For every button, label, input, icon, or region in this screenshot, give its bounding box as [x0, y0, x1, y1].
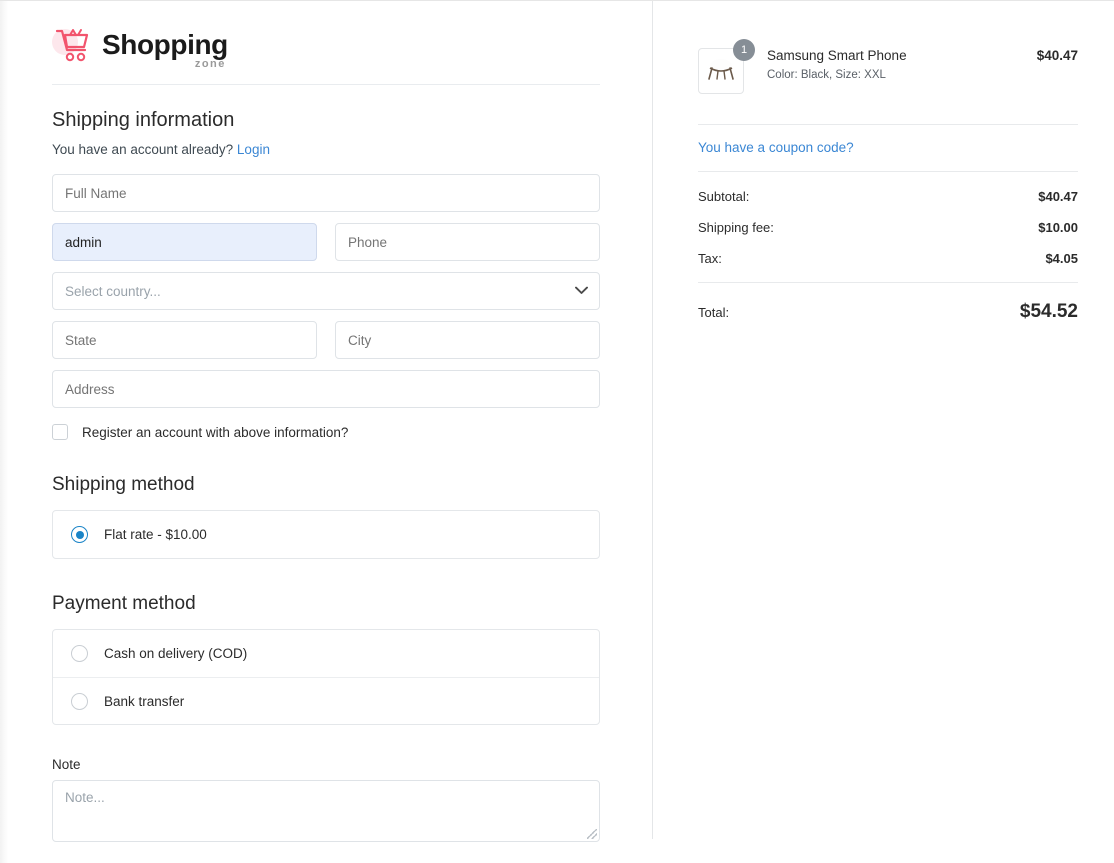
shopping-cart-icon: [52, 25, 94, 65]
total-row-subtotal: Subtotal: $40.47: [698, 189, 1078, 204]
full-name-input[interactable]: [52, 174, 600, 212]
product-thumbnail-wrapper[interactable]: 1: [698, 39, 755, 94]
note-placeholder: Note...: [65, 790, 105, 805]
order-totals: Subtotal: $40.47 Shipping fee: $10.00 Ta…: [698, 172, 1078, 323]
payment-option-radio[interactable]: [71, 692, 88, 710]
shipping-option-label: Flat rate - $10.00: [104, 527, 207, 542]
total-row-shipping-fee: Shipping fee: $10.00: [698, 220, 1078, 235]
email-input[interactable]: [52, 223, 317, 261]
register-account-row[interactable]: Register an account with above informati…: [52, 424, 600, 440]
grand-total-divider: [698, 282, 1078, 283]
country-select-wrapper[interactable]: Select country...: [52, 272, 600, 310]
payment-method-group: Cash on delivery (COD) Bank transfer: [52, 629, 600, 725]
grand-total-row: Total: $54.52: [698, 301, 1078, 323]
payment-option-radio[interactable]: [71, 645, 88, 662]
shipping-fee-value: $10.00: [1038, 220, 1078, 235]
note-textarea[interactable]: Note...: [52, 780, 600, 842]
cart-line-item: 1 Samsung Smart Phone Color: Black, Size…: [698, 1, 1078, 94]
state-input[interactable]: [52, 321, 317, 359]
total-row-tax: Tax: $4.05: [698, 251, 1078, 266]
product-variant: Color: Black, Size: XXL: [767, 69, 886, 81]
address-input[interactable]: [52, 370, 600, 408]
tax-label: Tax:: [698, 251, 722, 266]
coupon-section: You have a coupon code?: [698, 124, 1078, 172]
product-price: $40.47: [1036, 48, 1078, 63]
payment-option-label: Cash on delivery (COD): [104, 646, 248, 661]
grand-total-value: $54.52: [1019, 301, 1078, 322]
quantity-badge: 1: [733, 39, 755, 61]
coupon-code-link[interactable]: You have a coupon code?: [698, 125, 1078, 171]
page-title: Shipping information: [52, 109, 235, 131]
cart-item-details: Samsung Smart Phone Color: Black, Size: …: [767, 48, 1037, 81]
city-input[interactable]: [335, 321, 600, 359]
subtotal-value: $40.47: [1038, 189, 1078, 204]
header-divider: [52, 84, 600, 85]
column-divider: [652, 1, 653, 839]
payment-option-bank-transfer[interactable]: Bank transfer: [53, 677, 599, 724]
shipping-option-flat-rate[interactable]: Flat rate - $10.00: [53, 511, 599, 558]
register-account-label: Register an account with above informati…: [82, 424, 349, 440]
shipping-method-title: Shipping method: [52, 474, 195, 495]
shipping-option-radio[interactable]: [71, 526, 88, 543]
shipping-method-group: Flat rate - $10.00: [52, 510, 600, 559]
resize-handle-icon[interactable]: [587, 829, 597, 839]
account-prompt-text: You have an account already?: [52, 142, 234, 157]
shipping-fee-label: Shipping fee:: [698, 220, 774, 235]
page-left-edge: [0, 1, 8, 863]
order-summary-column: 1 Samsung Smart Phone Color: Black, Size…: [698, 1, 1078, 323]
country-select[interactable]: Select country...: [52, 272, 600, 310]
logo-wordmark: Shopping: [102, 28, 228, 60]
subtotal-label: Subtotal:: [698, 189, 750, 204]
site-logo[interactable]: Shopping zone: [52, 1, 600, 76]
phone-input[interactable]: [335, 223, 600, 261]
payment-option-label: Bank transfer: [104, 693, 185, 709]
checkout-page: Shopping zone Shipping information You h…: [0, 0, 1114, 863]
payment-method-title: Payment method: [52, 593, 196, 614]
grand-total-label: Total:: [698, 305, 730, 320]
account-prompt: You have an account already? Login: [52, 142, 600, 157]
register-account-checkbox[interactable]: [52, 424, 68, 440]
payment-option-cod[interactable]: Cash on delivery (COD): [53, 630, 599, 677]
checkout-form-column: Shopping zone Shipping information You h…: [52, 1, 600, 863]
note-label: Note: [52, 757, 81, 772]
logo-subtext: zone: [194, 57, 226, 70]
product-name: Samsung Smart Phone: [767, 48, 907, 63]
login-link[interactable]: Login: [237, 142, 270, 157]
tax-value: $4.05: [1045, 251, 1078, 266]
